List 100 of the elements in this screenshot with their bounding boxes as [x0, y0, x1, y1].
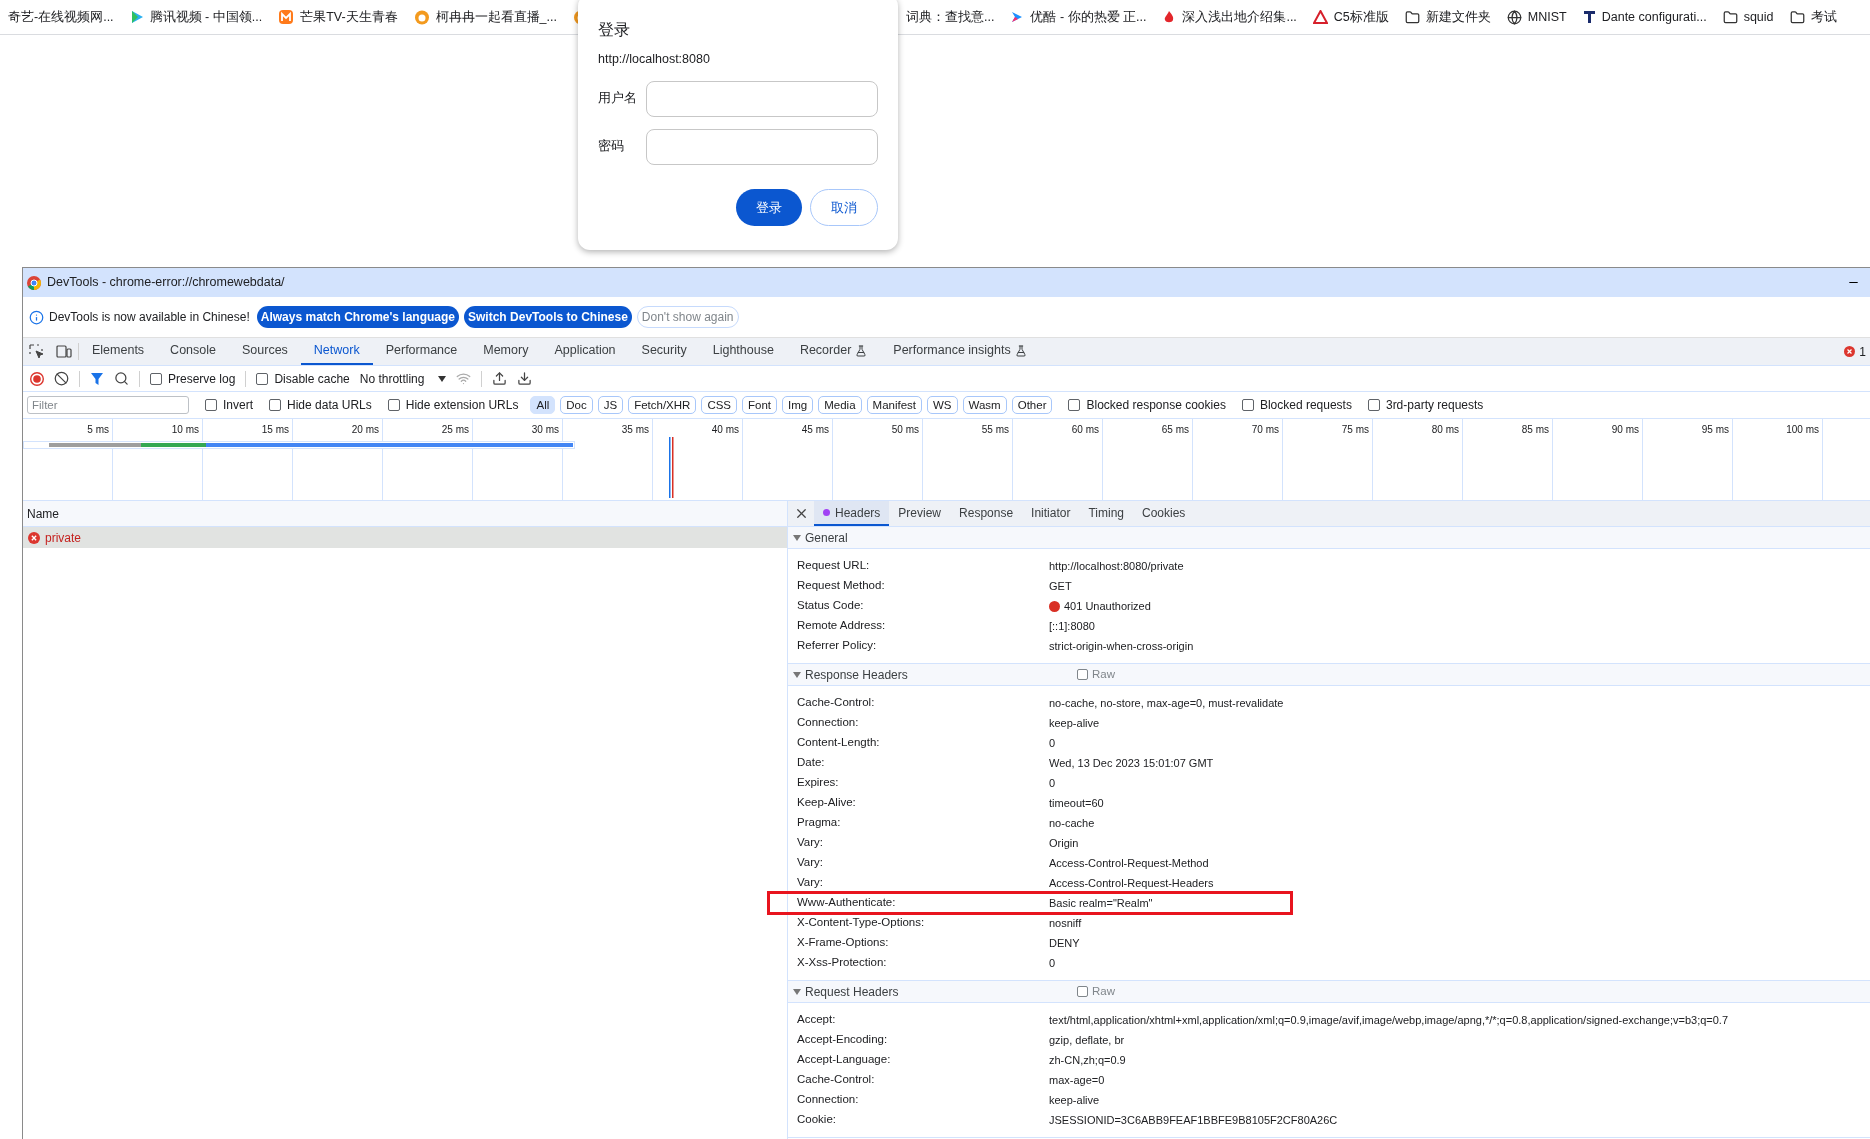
- raw-checkbox[interactable]: Raw: [1077, 665, 1115, 684]
- bookmark[interactable]: 词典：查找意...: [898, 4, 1003, 30]
- header-value: max-age=0: [1049, 1072, 1105, 1088]
- type-filter-chip[interactable]: Img: [782, 396, 814, 414]
- panel-tab[interactable]: Network: [300, 338, 373, 365]
- bookmark[interactable]: 优酷 - 你的热爱 正...: [1002, 4, 1155, 30]
- header-value: [::1]:8080: [1049, 618, 1095, 634]
- sign-in-button[interactable]: 登录: [736, 188, 802, 226]
- error-icon: [1844, 346, 1856, 357]
- type-filter-chip[interactable]: All: [530, 396, 556, 414]
- bookmark[interactable]: C5标准版: [1304, 4, 1397, 30]
- bookmark[interactable]: 考试: [1781, 4, 1845, 30]
- checkbox[interactable]: Blocked response cookies: [1068, 396, 1226, 414]
- clear-icon[interactable]: [54, 371, 69, 386]
- section-header[interactable]: Response Headers Raw: [788, 664, 1870, 686]
- checkbox[interactable]: Hide data URLs: [269, 396, 372, 414]
- infobar-button[interactable]: Switch DevTools to Chinese: [464, 306, 632, 328]
- header-name: X-Xss-Protection:: [797, 955, 888, 971]
- input-field[interactable]: [646, 80, 878, 117]
- type-filter-chip[interactable]: Other: [1011, 396, 1053, 414]
- tick-label: 85 ms: [1521, 423, 1549, 434]
- header-name: Cookie:: [797, 1112, 837, 1128]
- bookmark[interactable]: MNIST: [1498, 4, 1575, 30]
- bookmark[interactable]: 柯冉冉一起看直播_...: [405, 4, 565, 30]
- checkbox[interactable]: Hide extension URLs: [387, 396, 519, 414]
- panel-tab[interactable]: Memory: [470, 338, 542, 365]
- panel-tab[interactable]: Security: [628, 338, 700, 365]
- tick-label: 45 ms: [801, 423, 829, 434]
- infobar-button[interactable]: Always match Chrome's language: [256, 306, 460, 328]
- upload-icon[interactable]: [492, 371, 508, 386]
- filter-field[interactable]: Filter: [27, 396, 189, 414]
- panel-tab[interactable]: Sources: [229, 338, 301, 365]
- bookmark[interactable]: 深入浅出地介绍集...: [1154, 4, 1305, 30]
- type-filter-chip[interactable]: Wasm: [962, 396, 1007, 414]
- cancel-button[interactable]: 取消: [810, 188, 878, 226]
- request-row[interactable]: private: [23, 527, 787, 548]
- type-filter-chip[interactable]: Doc: [560, 396, 593, 414]
- download-icon[interactable]: [517, 371, 533, 386]
- bookmark[interactable]: 腾讯视频 - 中国领...: [121, 4, 271, 30]
- header-name: Accept-Encoding:: [797, 1032, 889, 1048]
- header-name: Request URL:: [797, 558, 871, 574]
- checkbox[interactable]: 3rd-party requests: [1367, 396, 1484, 414]
- tick-label: 75 ms: [1341, 423, 1369, 434]
- panel-tab[interactable]: Recorder: [786, 338, 881, 365]
- section-header[interactable]: General: [788, 527, 1870, 549]
- inspect-icon[interactable]: [29, 344, 44, 359]
- checkbox[interactable]: Preserve log: [150, 369, 236, 388]
- section-header[interactable]: Request Headers Raw: [788, 981, 1870, 1003]
- bookmark[interactable]: Dante configurati...: [1574, 4, 1715, 30]
- bookmark[interactable]: 芒果TV-天生青春: [270, 4, 406, 30]
- tick-label: 30 ms: [531, 423, 559, 434]
- details-tab[interactable]: Initiator: [1022, 501, 1080, 526]
- header-name: Www-Authenticate:: [797, 895, 897, 911]
- bookmark[interactable]: 新建文件夹: [1396, 4, 1499, 30]
- filter-icon[interactable]: [90, 371, 104, 386]
- header-value: keep-alive: [1049, 715, 1100, 731]
- checkbox[interactable]: Blocked requests: [1241, 396, 1352, 414]
- raw-checkbox[interactable]: Raw: [1077, 982, 1115, 1001]
- column-header: Name: [23, 501, 787, 527]
- error-counter[interactable]: 1: [1844, 338, 1870, 365]
- details-tab[interactable]: Cookies: [1133, 501, 1195, 526]
- type-filter-chip[interactable]: WS: [927, 396, 958, 414]
- type-filter-chip[interactable]: Media: [818, 396, 862, 414]
- header-name: Content-Length:: [797, 735, 881, 751]
- header-value: Origin: [1049, 835, 1079, 851]
- panel-tab[interactable]: Application: [541, 338, 629, 365]
- info-icon: [29, 309, 44, 325]
- panel-tab[interactable]: Elements: [79, 338, 158, 365]
- bookmark[interactable]: squid: [1714, 4, 1782, 30]
- type-filter-chip[interactable]: Manifest: [866, 396, 922, 414]
- tick-label: 20 ms: [351, 423, 379, 434]
- type-filter-chip[interactable]: CSS: [701, 396, 738, 414]
- tick-label: 15 ms: [261, 423, 289, 434]
- bookmark[interactable]: 奇艺-在线视频网...: [0, 4, 122, 30]
- infobar-button[interactable]: Don't show again: [636, 306, 739, 328]
- search-icon[interactable]: [114, 371, 129, 386]
- device-toolbar-icon[interactable]: [56, 344, 72, 359]
- checkbox[interactable]: Invert: [205, 396, 253, 414]
- type-filter-chip[interactable]: Font: [742, 396, 778, 414]
- panel-tab[interactable]: Performance insights: [880, 338, 1040, 365]
- header-value: 0: [1049, 775, 1056, 791]
- panel-tab[interactable]: Performance: [372, 338, 471, 365]
- header-value: text/html,application/xhtml+xml,application/xml;q=0.9,image/avif,image/webp,image/apng,*/*;q=0.8,application/signed-exchange;v=b3;q=0.7: [1049, 1012, 1729, 1028]
- header-value: 0: [1049, 955, 1056, 971]
- header-value: 401 Unauthorized: [1064, 598, 1151, 614]
- panel-tab[interactable]: Lighthouse: [699, 338, 787, 365]
- details-tab[interactable]: Headers: [814, 501, 890, 526]
- info-message: DevTools is now available in Chinese!: [49, 309, 250, 326]
- record-icon[interactable]: [30, 371, 44, 386]
- type-filter-chip[interactable]: JS: [597, 396, 624, 414]
- checkbox[interactable]: Disable cache: [256, 369, 350, 388]
- details-tab[interactable]: Preview: [889, 501, 951, 526]
- details-tab[interactable]: Timing: [1079, 501, 1133, 526]
- throttling-dropdown[interactable]: No throttling: [359, 369, 447, 388]
- input-field[interactable]: [646, 128, 878, 165]
- caret-icon: [438, 375, 447, 382]
- type-filter-chip[interactable]: Fetch/XHR: [628, 396, 697, 414]
- panel-tab[interactable]: Console: [157, 338, 229, 365]
- details-tab[interactable]: Response: [950, 501, 1023, 526]
- header-name: Status Code:: [797, 598, 865, 614]
